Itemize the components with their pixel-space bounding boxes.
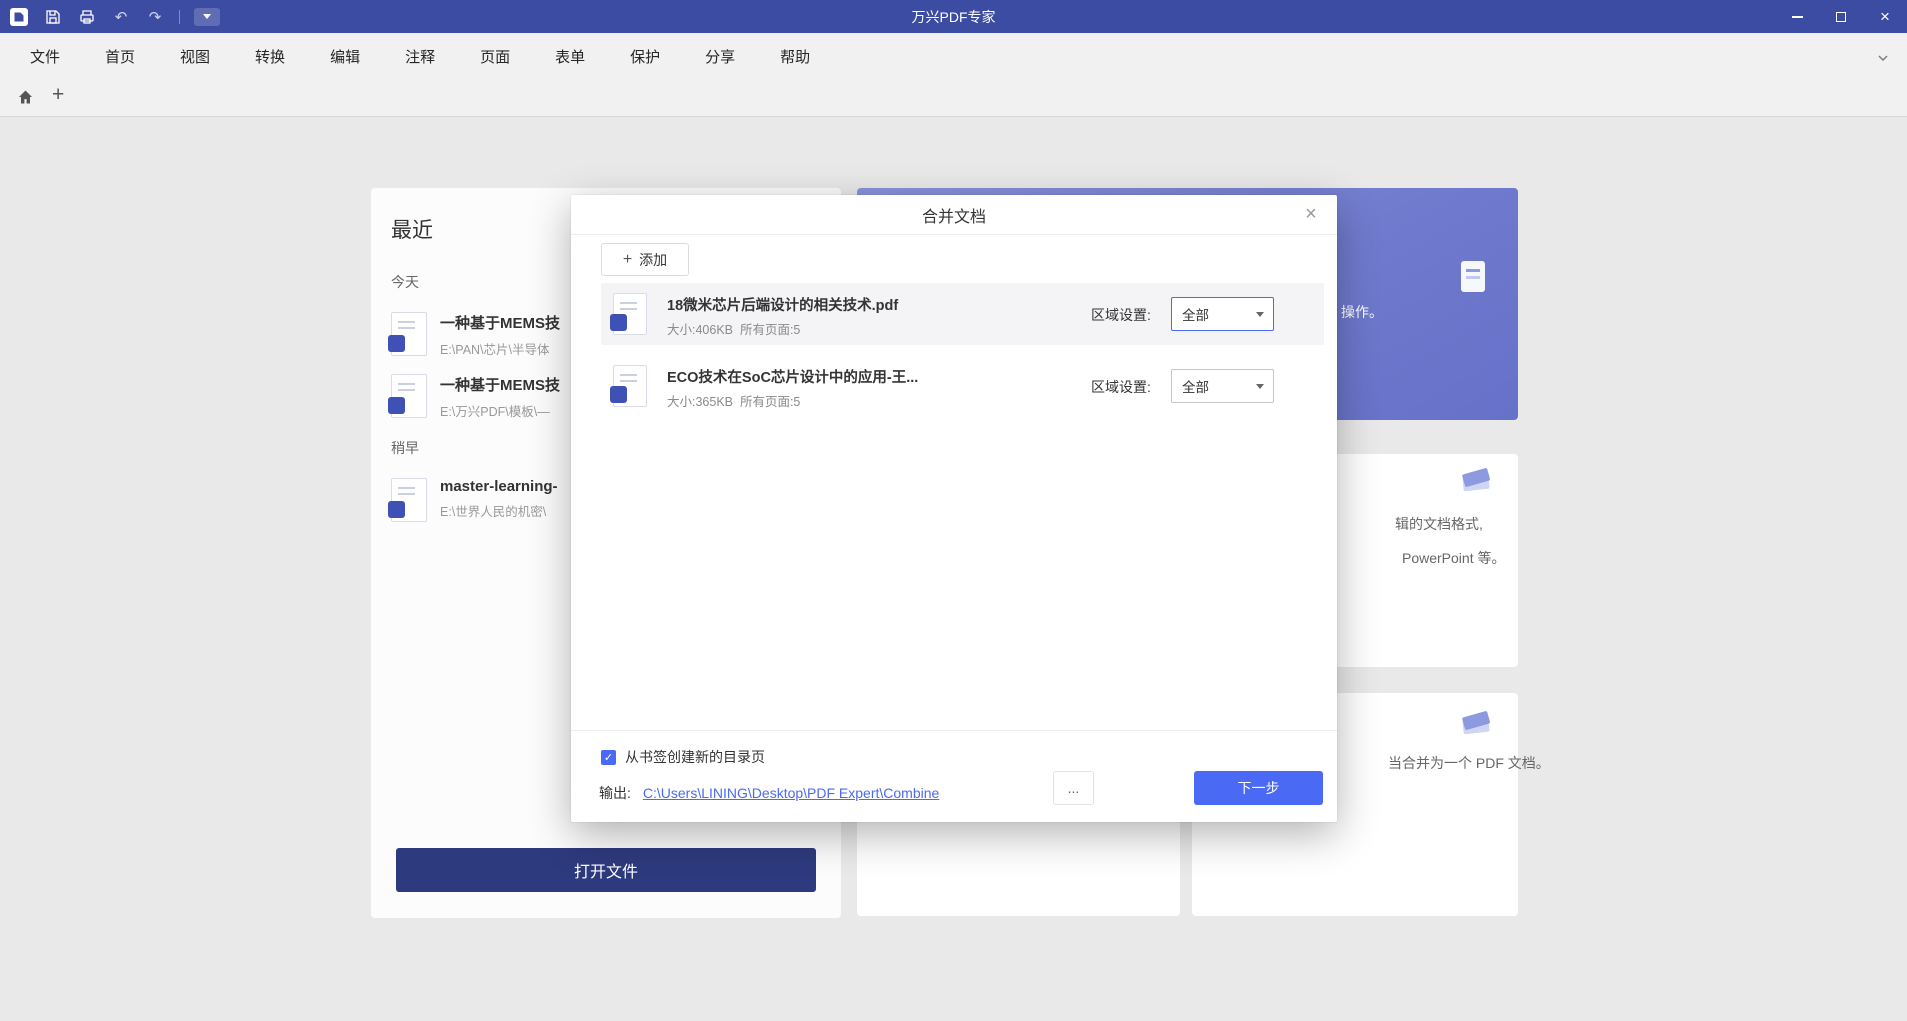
menu-item-convert[interactable]: 转换 [255, 46, 285, 67]
toolbar-dropdown-button[interactable] [194, 8, 220, 26]
menubar: 文件 首页 视图 转换 编辑 注释 页面 表单 保护 分享 帮助 [0, 33, 1907, 79]
pdf-file-icon [391, 312, 427, 356]
minimize-button[interactable] [1775, 0, 1819, 33]
add-file-button[interactable]: + 添加 [601, 243, 689, 276]
browse-button[interactable]: ... [1053, 771, 1094, 805]
home-tab[interactable] [17, 89, 34, 110]
merge-file-row[interactable]: ECO技术在SoC芯片设计中的应用-王... 大小:365KB 所有页面:5 区… [601, 355, 1324, 417]
close-button[interactable]: × [1863, 0, 1907, 33]
undo-icon[interactable]: ↶ [111, 7, 131, 27]
window-controls: × [1775, 0, 1907, 33]
menu-item-help[interactable]: 帮助 [780, 46, 810, 67]
menu-item-form[interactable]: 表单 [555, 46, 585, 67]
bookmark-toc-label: 从书签创建新的目录页 [625, 747, 765, 767]
page-range-select[interactable]: 全部 [1171, 369, 1274, 403]
printer-icon[interactable] [77, 7, 97, 27]
document-box-icon [1453, 256, 1493, 301]
merge-file-row[interactable]: 18微米芯片后端设计的相关技术.pdf 大小:406KB 所有页面:5 区域设置… [601, 283, 1324, 345]
redo-icon[interactable]: ↷ [145, 7, 165, 27]
bookmark-toc-option: ✓ 从书签创建新的目录页 [601, 747, 765, 767]
maximize-button[interactable] [1819, 0, 1863, 33]
pdf-file-icon [613, 365, 647, 407]
menu-item-comment[interactable]: 注释 [405, 46, 435, 67]
minimize-icon [1792, 16, 1803, 18]
bookmark-toc-checkbox[interactable]: ✓ [601, 750, 616, 765]
output-label: 输出: [599, 783, 631, 803]
menu-item-home[interactable]: 首页 [105, 46, 135, 67]
select-value: 全部 [1182, 376, 1209, 396]
recent-file-item[interactable]: 一种基于MEMS技 E:\PAN\芯片\半导体 [391, 312, 560, 358]
menu-item-protect[interactable]: 保护 [630, 46, 660, 67]
dialog-footer: ✓ 从书签创建新的目录页 输出: C:\Users\LINING\Desktop… [571, 730, 1337, 822]
dialog-close-button[interactable]: × [1299, 202, 1323, 226]
menu-item-file[interactable]: 文件 [30, 46, 60, 67]
plus-icon: + [623, 251, 632, 269]
page-range-label: 区域设置: [1091, 305, 1151, 325]
pdf-file-icon [391, 478, 427, 522]
pdf-file-icon [391, 374, 427, 418]
group-label-today: 今天 [391, 272, 419, 292]
group-label-earlier: 稍早 [391, 438, 419, 458]
chevron-down-icon [203, 14, 211, 19]
new-tab-button[interactable]: + [52, 83, 64, 107]
card-text-fragment: PowerPoint 等。 [1402, 548, 1505, 568]
next-button[interactable]: 下一步 [1194, 771, 1323, 805]
recent-file-item[interactable]: 一种基于MEMS技 E:\万兴PDF\模板\— [391, 374, 560, 420]
recent-title: 最近 [391, 214, 433, 244]
page-range-select[interactable]: 全部 [1171, 297, 1274, 331]
ribbon-collapse-icon[interactable] [1877, 49, 1889, 66]
paper-stack-icon [1456, 460, 1496, 505]
banner-text-fragment: 操作。 [1341, 302, 1383, 322]
menu-item-page[interactable]: 页面 [480, 46, 510, 67]
file-meta: 大小:365KB 所有页面:5 [667, 391, 800, 410]
maximize-icon [1836, 12, 1846, 22]
save-icon[interactable] [43, 7, 63, 27]
check-icon: ✓ [604, 751, 613, 764]
select-value: 全部 [1182, 304, 1209, 324]
card-text-fragment: 当合并为一个 PDF 文档。 [1388, 753, 1550, 773]
paper-stack-icon [1456, 703, 1496, 748]
file-meta: 大小:406KB 所有页面:5 [667, 319, 800, 338]
dialog-header: 合并文档 × [571, 195, 1337, 235]
menu-item-edit[interactable]: 编辑 [330, 46, 360, 67]
menu-item-view[interactable]: 视图 [180, 46, 210, 67]
app-window: ↶ ↷ 万兴PDF专家 × 文件 首页 视图 转换 编辑 注释 页面 表单 保护… [0, 0, 1907, 1021]
file-name: 18微米芯片后端设计的相关技术.pdf [667, 294, 898, 315]
quick-toolbar: ↶ ↷ [0, 7, 220, 27]
merge-documents-dialog: 合并文档 × + 添加 18微米芯片后端设计的相关技术.pdf 大小:406KB… [571, 195, 1337, 822]
output-row: 输出: C:\Users\LINING\Desktop\PDF Expert\C… [599, 783, 939, 803]
open-file-button[interactable]: 打开文件 [396, 848, 816, 892]
menu-item-share[interactable]: 分享 [705, 46, 735, 67]
file-name: ECO技术在SoC芯片设计中的应用-王... [667, 366, 918, 387]
pdf-file-icon [613, 293, 647, 335]
recent-file-item[interactable]: master-learning- E:\世界人民的机密\ [391, 478, 558, 522]
toolbar-divider [179, 10, 180, 24]
dialog-title: 合并文档 [922, 203, 986, 227]
chevron-down-icon [1256, 312, 1264, 317]
titlebar: ↶ ↷ 万兴PDF专家 × [0, 0, 1907, 33]
add-label: 添加 [639, 250, 667, 270]
window-title: 万兴PDF专家 [0, 7, 1907, 27]
page-range-label: 区域设置: [1091, 377, 1151, 397]
chevron-down-icon [1256, 384, 1264, 389]
tabbar: + [0, 79, 1907, 117]
output-path-link[interactable]: C:\Users\LINING\Desktop\PDF Expert\Combi… [643, 785, 939, 801]
card-text-fragment: 辑的文档格式, [1395, 514, 1483, 534]
app-logo-icon [9, 7, 29, 27]
